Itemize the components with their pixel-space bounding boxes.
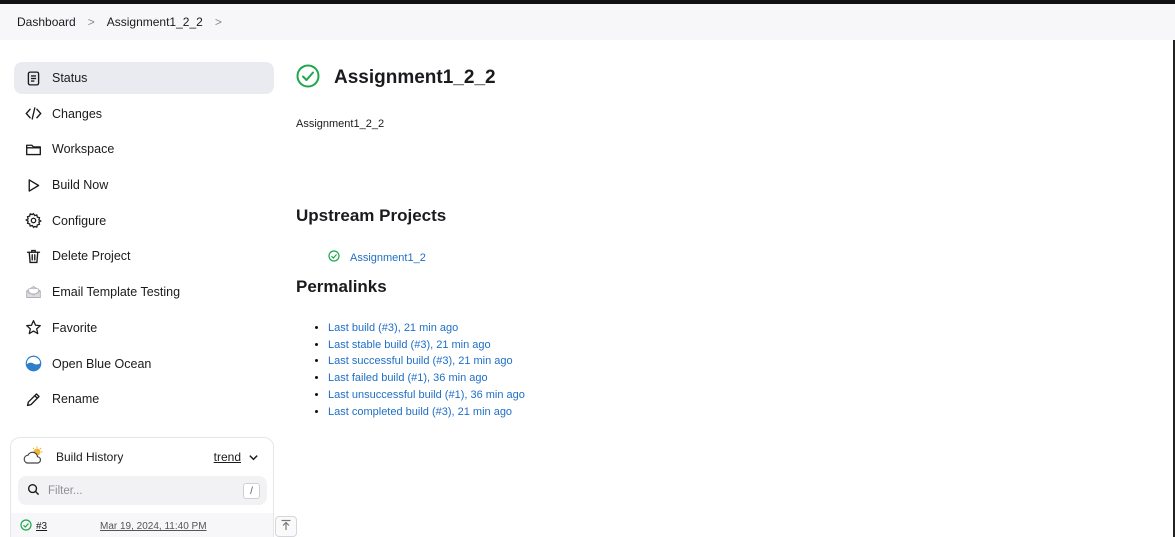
email-icon — [24, 283, 42, 301]
blue-ocean-icon — [24, 355, 42, 373]
build-date-link[interactable]: Mar 19, 2024, 11:40 PM — [100, 521, 207, 532]
build-history-panel: Build History trend / #3 Mar 19, 2024, 1… — [10, 437, 274, 537]
sidebar-item-email-template-testing[interactable]: Email Template Testing — [14, 276, 274, 308]
permalinks-heading: Permalinks — [296, 277, 387, 296]
permalinks-list: Last build (#3), 21 min ago Last stable … — [316, 320, 525, 420]
chevron-down-icon[interactable] — [248, 451, 259, 466]
sidebar-item-label: Workspace — [52, 142, 115, 157]
trash-icon — [24, 247, 42, 265]
page-title: Assignment1_2_2 — [296, 64, 496, 91]
sidebar-item-configure[interactable]: Configure — [14, 205, 274, 237]
sidebar-item-label: Email Template Testing — [52, 285, 181, 300]
sidebar-item-workspace[interactable]: Workspace — [14, 133, 274, 165]
weather-cloud-sun-icon — [23, 446, 45, 469]
sidebar-item-delete-project[interactable]: Delete Project — [14, 240, 274, 272]
scroll-to-top-button[interactable] — [275, 516, 297, 537]
permalink-last-build[interactable]: Last build (#3), 21 min ago — [328, 322, 458, 334]
status-document-icon — [24, 69, 42, 87]
sidebar-item-build-now[interactable]: Build Now — [14, 169, 274, 201]
breadcrumb-separator-icon[interactable]: > — [215, 15, 222, 29]
list-item: Last successful build (#3), 21 min ago — [328, 353, 525, 370]
sidebar: Status Changes Workspace Build Now Confi… — [14, 62, 274, 419]
build-filter-input[interactable] — [48, 484, 228, 497]
success-status-icon — [328, 250, 340, 265]
permalink-last-stable-build[interactable]: Last stable build (#3), 21 min ago — [328, 339, 491, 351]
upstream-project-link[interactable]: Assignment1_2 — [350, 252, 426, 264]
upstream-projects-heading: Upstream Projects — [296, 206, 447, 225]
permalink-last-successful-build[interactable]: Last successful build (#3), 21 min ago — [328, 355, 513, 367]
build-history-title: Build History — [56, 450, 124, 464]
job-description: Assignment1_2_2 — [296, 118, 385, 130]
build-filter-box: / — [18, 476, 267, 505]
trend-link[interactable]: trend — [214, 450, 241, 464]
breadcrumb-dashboard[interactable]: Dashboard — [17, 15, 76, 29]
list-item: Last build (#3), 21 min ago — [328, 320, 525, 337]
success-status-icon — [296, 64, 320, 91]
code-icon — [24, 105, 42, 123]
permalink-last-completed-build[interactable]: Last completed build (#3), 21 min ago — [328, 406, 512, 418]
permalink-last-unsuccessful-build[interactable]: Last unsuccessful build (#1), 36 min ago — [328, 389, 525, 401]
build-number-link[interactable]: #3 — [36, 521, 47, 532]
upstream-project-item: Assignment1_2 — [328, 250, 426, 265]
sidebar-item-label: Changes — [52, 106, 103, 121]
permalink-last-failed-build[interactable]: Last failed build (#1), 36 min ago — [328, 372, 488, 384]
filter-shortcut-key: / — [243, 483, 260, 499]
sidebar-item-label: Delete Project — [52, 249, 131, 264]
gear-icon — [24, 212, 42, 230]
breadcrumb: Dashboard > Assignment1_2_2 > — [0, 4, 1175, 40]
list-item: Last failed build (#1), 36 min ago — [328, 370, 525, 387]
pencil-icon — [24, 390, 42, 408]
list-item: Last stable build (#3), 21 min ago — [328, 337, 525, 354]
sidebar-item-label: Build Now — [52, 178, 109, 193]
folder-icon — [24, 140, 42, 158]
build-row[interactable]: #3 Mar 19, 2024, 11:40 PM — [11, 513, 273, 537]
arrow-up-to-line-icon — [280, 519, 292, 534]
sidebar-item-label: Status — [52, 71, 88, 85]
success-status-icon — [20, 518, 32, 534]
search-icon — [27, 483, 40, 499]
sidebar-item-favorite[interactable]: Favorite — [14, 312, 274, 344]
build-history-header: Build History trend — [11, 438, 273, 476]
play-icon — [24, 176, 42, 194]
breadcrumb-separator-icon: > — [87, 15, 95, 29]
sidebar-item-rename[interactable]: Rename — [14, 383, 274, 415]
breadcrumb-job[interactable]: Assignment1_2_2 — [107, 15, 203, 29]
sidebar-item-status[interactable]: Status — [14, 62, 274, 94]
sidebar-item-changes[interactable]: Changes — [14, 98, 274, 130]
list-item: Last completed build (#3), 21 min ago — [328, 404, 525, 421]
sidebar-item-label: Favorite — [52, 320, 98, 335]
sidebar-item-label: Open Blue Ocean — [52, 356, 152, 371]
sidebar-item-label: Configure — [52, 213, 107, 228]
star-icon — [24, 319, 42, 337]
job-name-heading: Assignment1_2_2 — [334, 66, 496, 88]
sidebar-item-label: Rename — [52, 392, 100, 407]
sidebar-item-open-blue-ocean[interactable]: Open Blue Ocean — [14, 348, 274, 380]
list-item: Last unsuccessful build (#1), 36 min ago — [328, 387, 525, 404]
